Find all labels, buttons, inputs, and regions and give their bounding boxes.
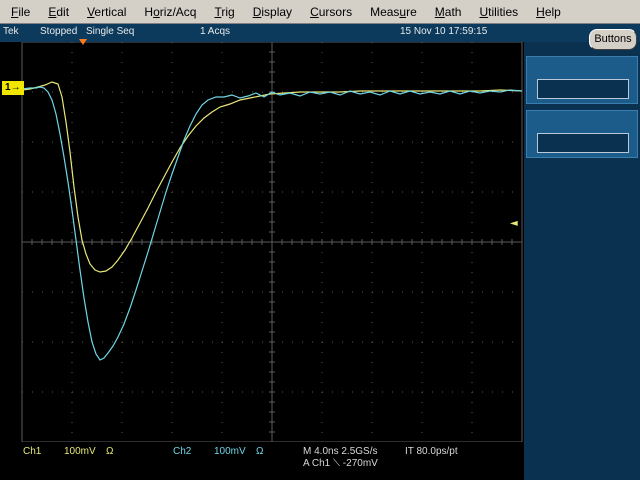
readout-box-2 [526,110,638,158]
readout-box-1 [526,56,638,104]
readout-field-2[interactable] [537,133,629,153]
ch1-ohm: Ω [106,446,114,457]
menu-item[interactable]: Utilities [471,0,528,24]
menu-item[interactable]: Edit [40,0,79,24]
menu-item[interactable]: Math [427,0,472,24]
ch2-scale[interactable]: 100mV [214,446,246,457]
trigger-readout[interactable]: A Ch1 ⟍ -270mV [303,458,378,469]
ch1-ground-marker[interactable]: 1→ [2,81,24,95]
menu-item[interactable]: Help [528,0,571,24]
acq-state: Stopped [40,26,78,37]
trigger-level-arrow[interactable]: ◄ [510,218,518,229]
date-time: 15 Nov 10 17:59:15 [400,26,488,37]
acq-count: 1 Acqs [200,26,231,37]
interp-readout: IT 80.0ps/pt [405,446,458,457]
readout-field-1[interactable] [537,79,629,99]
menu-item[interactable]: File [3,0,40,24]
brand-label: Tek [3,26,19,37]
ch2-label[interactable]: Ch2 [173,446,191,457]
menu-item[interactable]: Vertical [79,0,136,24]
menu-item[interactable]: Display [245,0,302,24]
menu-item[interactable]: Measure [362,0,427,24]
menu-item[interactable]: Horiz/Acq [136,0,206,24]
waveform-display[interactable] [0,42,524,442]
status-bar: Tek Stopped Single Seq 1 Acqs 15 Nov 10 … [0,24,640,42]
menu-bar: File Edit Vertical Horiz/Acq Trig Display Curs… [0,0,640,24]
horizontal-readout[interactable]: M 4.0ns 2.5GS/s [303,446,377,457]
menu-item[interactable]: Trig [206,0,244,24]
ch1-label[interactable]: Ch1 [23,446,41,457]
side-panel [524,42,640,480]
trigger-position-marker[interactable] [79,39,87,45]
ch2-ohm: Ω [256,446,264,457]
acq-mode: Single Seq [86,26,135,37]
ch1-scale[interactable]: 100mV [64,446,96,457]
buttons-button[interactable]: Buttons [589,29,637,50]
graticule-svg [21,42,523,442]
menu-item[interactable]: Cursors [302,0,362,24]
